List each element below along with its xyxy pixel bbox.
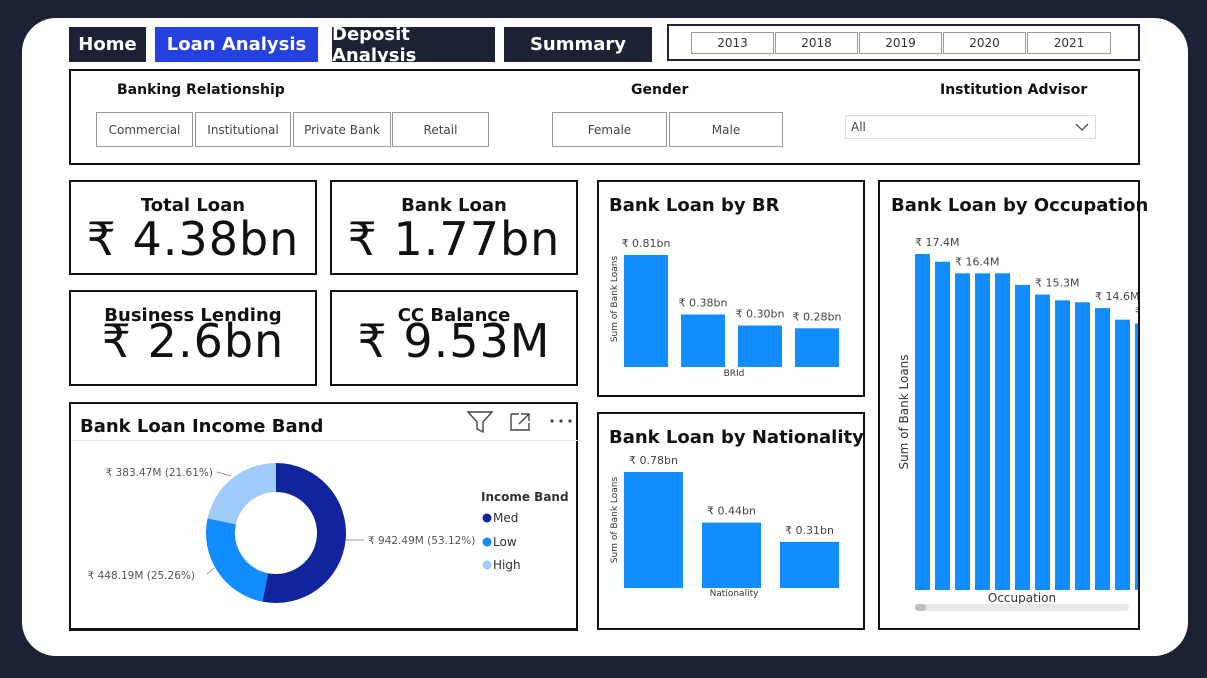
bar-data-label: ₹ 0.38bn: [679, 296, 728, 309]
gender-male-button[interactable]: Male: [669, 112, 783, 147]
bar-data-label: ₹ 14.6M: [1095, 290, 1138, 303]
bar-4[interactable]: [795, 328, 839, 367]
y-axis-title: Sum of Bank Loans: [897, 354, 911, 469]
legend-low-marker: [482, 537, 492, 547]
bank-loan-by-nationality-chart: ₹ 0.78bn ₹ 0.44bn ₹ 0.31bn Sum of Bank Loan…: [610, 454, 839, 599]
x-axis-title: Nationality: [710, 589, 760, 599]
kpi-cc-balance-value: ₹ 9.53M: [357, 314, 551, 368]
kpi-bank-loan-value: ₹ 1.77bn: [347, 212, 561, 266]
nav-deposit-analysis-button[interactable]: Deposit Analysis: [332, 24, 495, 66]
bar-5[interactable]: [995, 273, 1010, 590]
donut-data-label: ₹ 448.19M (25.26%): [88, 570, 195, 582]
donut-leader-line: [206, 567, 215, 575]
bar-8[interactable]: [1055, 300, 1070, 590]
x-axis-title: Occupation: [988, 591, 1056, 605]
kpi-bank-loan-card: Bank Loan ₹ 1.77bn: [330, 180, 578, 275]
institution-advisor-label: Institution Advisor: [940, 82, 1088, 98]
kpi-cc-balance-card: CC Balance ₹ 9.53M: [330, 290, 578, 386]
bar-12[interactable]: [1135, 323, 1138, 590]
horizontal-scrollbar-thumb[interactable]: [915, 604, 926, 611]
legend-title: Income Band: [481, 490, 569, 504]
donut-leader-line: [216, 471, 232, 477]
bar-2[interactable]: [702, 522, 761, 588]
bar-2[interactable]: [681, 314, 725, 367]
bar-data-label: ₹ 0.28bn: [793, 310, 842, 323]
bar-3[interactable]: [780, 541, 839, 588]
legend-med-label[interactable]: Med: [493, 511, 518, 525]
y-axis-title: Sum of Bank Loans: [610, 477, 620, 564]
banking-relationship-label: Banking Relationship: [117, 82, 285, 98]
bar-data-label: ₹ 0.31bn: [785, 524, 834, 537]
bar-3[interactable]: [955, 273, 970, 590]
bar-data-label: ₹ 17.4M: [915, 236, 959, 249]
bar-3[interactable]: [738, 325, 782, 367]
legend-high-marker: [482, 560, 492, 570]
bar-6[interactable]: [1015, 284, 1030, 590]
more-options-icon[interactable]: [548, 414, 576, 428]
income-band-title: Bank Loan Income Band: [80, 416, 324, 437]
bar-10[interactable]: [1095, 308, 1110, 590]
bar-1[interactable]: [915, 254, 930, 590]
bar-data-label: ₹ 13.8M: [1135, 306, 1138, 319]
bar-data-label: ₹ 15.3M: [1035, 277, 1079, 290]
horizontal-scrollbar-track[interactable]: [915, 604, 1129, 611]
year-2013-button[interactable]: 2013: [691, 32, 774, 54]
donut-data-label: ₹ 383.47M (21.61%): [106, 467, 213, 479]
bar-1[interactable]: [624, 472, 683, 588]
legend-high-label[interactable]: High: [493, 558, 521, 572]
gender-label: Gender: [631, 82, 689, 98]
nav-loan-analysis-button[interactable]: Loan Analysis: [155, 27, 318, 62]
nav-home-button[interactable]: Home: [69, 27, 146, 62]
year-2019-button[interactable]: 2019: [859, 32, 942, 54]
legend-med-marker: [482, 513, 492, 523]
bar-2[interactable]: [935, 261, 950, 590]
institution-advisor-dropdown[interactable]: All: [845, 115, 1096, 139]
kpi-total-loan-card: Total Loan ₹ 4.38bn: [69, 180, 317, 275]
x-axis-title: BRId: [724, 369, 745, 379]
y-axis-title: Sum of Bank Loans: [610, 256, 620, 343]
bank-loan-by-occupation-chart: ₹ 17.4M ₹ 16.4M ₹ 15.3M ₹ 14.6M ₹ 13.8M Sum o…: [897, 236, 1138, 611]
nav-summary-button[interactable]: Summary: [504, 27, 652, 62]
kpi-total-loan-value: ₹ 4.38bn: [86, 212, 300, 266]
chevron-down-icon: [1075, 123, 1089, 131]
filter-icon[interactable]: [466, 409, 494, 435]
donut-slice-low[interactable]: [205, 518, 269, 602]
br-institutional-button[interactable]: Institutional: [195, 112, 291, 147]
kpi-business-lending-card: Business Lending ₹ 2.6bn: [69, 290, 317, 386]
year-2020-button[interactable]: 2020: [943, 32, 1026, 54]
bar-data-label: ₹ 0.78bn: [629, 454, 678, 467]
br-commercial-button[interactable]: Commercial: [96, 112, 193, 147]
br-retail-button[interactable]: Retail: [392, 112, 489, 147]
bar-data-label: ₹ 0.30bn: [736, 308, 785, 321]
donut-data-label: ₹ 942.49M (53.12%): [368, 535, 475, 547]
bar-7[interactable]: [1035, 294, 1050, 590]
bar-11[interactable]: [1115, 319, 1130, 590]
legend-low-label[interactable]: Low: [493, 535, 517, 549]
bank-loan-by-br-chart: ₹ 0.81bn ₹ 0.38bn ₹ 0.30bn ₹ 0.28bn Sum of B…: [610, 237, 842, 379]
bar-4[interactable]: [975, 273, 990, 590]
gender-female-button[interactable]: Female: [552, 112, 667, 147]
kpi-business-lending-value: ₹ 2.6bn: [101, 314, 285, 368]
bar-1[interactable]: [624, 255, 668, 367]
income-band-donut-chart: Income Band Med Low High ₹ 942.49M (53.1…: [88, 463, 569, 603]
institution-advisor-selected: All: [851, 120, 866, 134]
bar-data-label: ₹ 16.4M: [955, 255, 999, 268]
year-2018-button[interactable]: 2018: [775, 32, 858, 54]
bar-data-label: ₹ 0.81bn: [622, 237, 671, 250]
focus-mode-icon[interactable]: [508, 411, 534, 433]
year-2021-button[interactable]: 2021: [1027, 32, 1111, 54]
bar-9[interactable]: [1075, 302, 1090, 590]
bar-data-label: ₹ 0.44bn: [707, 505, 756, 518]
br-private-bank-button[interactable]: Private Bank: [293, 112, 391, 147]
